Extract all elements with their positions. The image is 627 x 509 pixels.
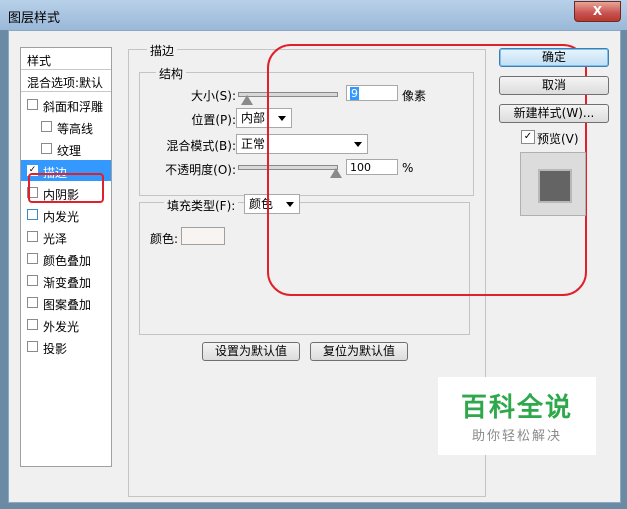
style-item-label: 颜色叠加 — [43, 254, 92, 268]
style-item-label: 斜面和浮雕 — [43, 100, 104, 114]
structure-group-title: 结构 — [156, 65, 187, 82]
checkbox[interactable] — [27, 319, 38, 330]
reset-default-button[interactable]: 复位为默认值 — [310, 342, 408, 361]
opacity-label: 不透明度(O): — [165, 163, 236, 177]
size-slider-thumb[interactable] — [240, 95, 253, 105]
window-title: 图层样式 — [8, 11, 61, 26]
cancel-button[interactable]: 取消 — [499, 76, 609, 95]
styles-list: 样式 混合选项:默认 斜面和浮雕 等高线 纹理 ✓ 描边 内阴影 内发光 光泽 … — [20, 47, 112, 467]
style-item-texture[interactable]: 纹理 — [21, 138, 111, 159]
style-item-label: 外发光 — [43, 320, 80, 334]
checkbox[interactable] — [41, 143, 52, 154]
annotation-highlight-box — [28, 173, 104, 203]
checkbox[interactable] — [27, 275, 38, 286]
style-item-bevel[interactable]: 斜面和浮雕 — [21, 94, 111, 115]
fill-type-label: 填充类型(F): — [164, 197, 239, 214]
style-item-drop-shadow[interactable]: 投影 — [21, 336, 111, 357]
color-label: 颜色: — [150, 232, 179, 246]
preview-thumbnail — [520, 152, 586, 216]
style-item-label: 纹理 — [57, 144, 82, 158]
stroke-group: 描边 结构 大小(S): 9 像素 位置(P): 内部 混合模式(B): 正常 … — [128, 42, 587, 497]
checkbox[interactable] — [41, 121, 52, 132]
ok-button[interactable]: 确定 — [499, 48, 609, 67]
style-item-contour[interactable]: 等高线 — [21, 116, 111, 137]
blend-mode-value: 正常 — [241, 137, 266, 151]
set-default-button[interactable]: 设置为默认值 — [202, 342, 300, 361]
style-item-label: 内发光 — [43, 210, 80, 224]
style-item-label: 投影 — [43, 342, 68, 356]
preview-square — [538, 169, 572, 203]
checkbox[interactable] — [27, 231, 38, 242]
preview-label: 预览(V) — [537, 132, 579, 146]
blend-mode-label: 混合模式(B): — [166, 139, 236, 153]
checkbox[interactable] — [27, 209, 38, 220]
title-bar: 图层样式 X — [0, 0, 627, 30]
checkbox[interactable] — [27, 341, 38, 352]
styles-header[interactable]: 样式 — [21, 48, 111, 70]
new-style-button[interactable]: 新建样式(W)... — [499, 104, 609, 123]
style-item-outer-glow[interactable]: 外发光 — [21, 314, 111, 335]
checkbox[interactable] — [27, 253, 38, 264]
blend-options-item[interactable]: 混合选项:默认 — [21, 70, 111, 92]
style-item-satin[interactable]: 光泽 — [21, 226, 111, 247]
style-item-label: 光泽 — [43, 232, 68, 246]
blend-options-label: 混合选项:默认 — [27, 76, 104, 90]
style-item-inner-glow[interactable]: 内发光 — [21, 204, 111, 225]
stroke-group-title: 描边 — [147, 42, 178, 59]
styles-header-label: 样式 — [27, 54, 52, 68]
style-item-label: 等高线 — [57, 122, 94, 136]
position-label: 位置(P): — [191, 113, 236, 127]
close-button[interactable]: X — [574, 1, 621, 22]
preview-checkbox[interactable]: ✓ — [521, 130, 535, 144]
position-value: 内部 — [241, 111, 266, 125]
style-item-pattern-overlay[interactable]: 图案叠加 — [21, 292, 111, 313]
checkbox[interactable] — [27, 99, 38, 110]
color-swatch[interactable] — [181, 227, 225, 245]
size-label: 大小(S): — [190, 89, 236, 103]
style-item-gradient-overlay[interactable]: 渐变叠加 — [21, 270, 111, 291]
watermark-title: 百科全说 — [460, 393, 573, 423]
checkbox[interactable] — [27, 297, 38, 308]
watermark: 百科全说 助你轻松解决 — [438, 377, 596, 455]
style-item-color-overlay[interactable]: 颜色叠加 — [21, 248, 111, 269]
watermark-subtitle: 助你轻松解决 — [471, 429, 562, 444]
style-item-label: 图案叠加 — [43, 298, 92, 312]
style-item-label: 渐变叠加 — [43, 276, 92, 290]
